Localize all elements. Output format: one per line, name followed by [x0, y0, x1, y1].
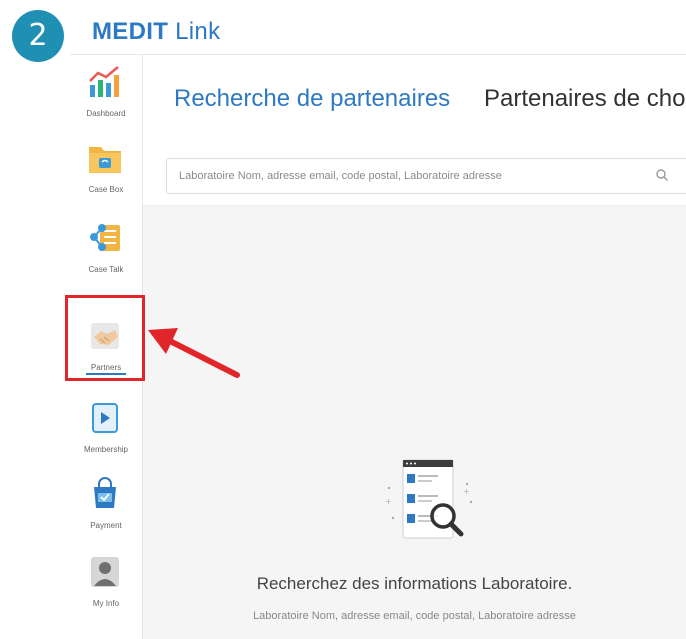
svg-text:+: + — [385, 497, 392, 506]
empty-state-subtitle: Laboratoire Nom, adresse email, code pos… — [253, 610, 576, 622]
folder-icon — [89, 147, 121, 173]
sidebar-item-label: Case Talk — [88, 265, 124, 274]
chart-icon — [89, 66, 119, 97]
play-card-icon — [92, 403, 118, 433]
sidebar-item-dashboard[interactable]: Dashboard — [70, 55, 142, 129]
sidebar-item-case-box[interactable]: Case Box — [70, 131, 142, 205]
search-header: Recherche de partenaires Partenaires de … — [143, 55, 686, 206]
brand-rest: Link — [168, 18, 221, 45]
pointer-arrow-icon — [148, 328, 240, 378]
search-icon[interactable] — [655, 168, 669, 182]
sidebar-item-my-info[interactable]: My Info — [70, 545, 142, 619]
user-icon — [91, 557, 119, 587]
partners-highlight-box — [65, 295, 145, 381]
search-profiles-illustration-icon: + + — [385, 459, 473, 539]
title-bar: MEDIT Link — [70, 12, 686, 55]
sidebar-item-label: Dashboard — [86, 109, 126, 118]
sidebar-item-label: My Info — [92, 599, 120, 608]
search-box — [166, 158, 686, 194]
shopping-bag-icon — [94, 477, 116, 508]
sidebar-item-payment[interactable]: Payment — [70, 467, 142, 541]
sidebar-item-label: Case Box — [88, 185, 124, 194]
sidebar-item-membership[interactable]: Membership — [70, 391, 142, 465]
sidebar-item-label: Membership — [83, 445, 128, 454]
search-input[interactable] — [177, 159, 641, 193]
sidebar-item-case-talk[interactable]: Case Talk — [70, 211, 142, 285]
share-icon — [90, 224, 120, 251]
tab-chosen-partners[interactable]: Partenaires de cho — [484, 85, 685, 113]
brand-bold: MEDIT — [92, 18, 169, 45]
sidebar-item-label: Payment — [90, 521, 122, 530]
app-logo: MEDIT Link — [92, 18, 220, 46]
svg-text:+: + — [463, 487, 470, 496]
tab-partner-search[interactable]: Recherche de partenaires — [174, 85, 450, 113]
empty-state-title: Recherchez des informations Laboratoire. — [256, 574, 573, 593]
step-number-badge: 2 — [12, 10, 64, 62]
